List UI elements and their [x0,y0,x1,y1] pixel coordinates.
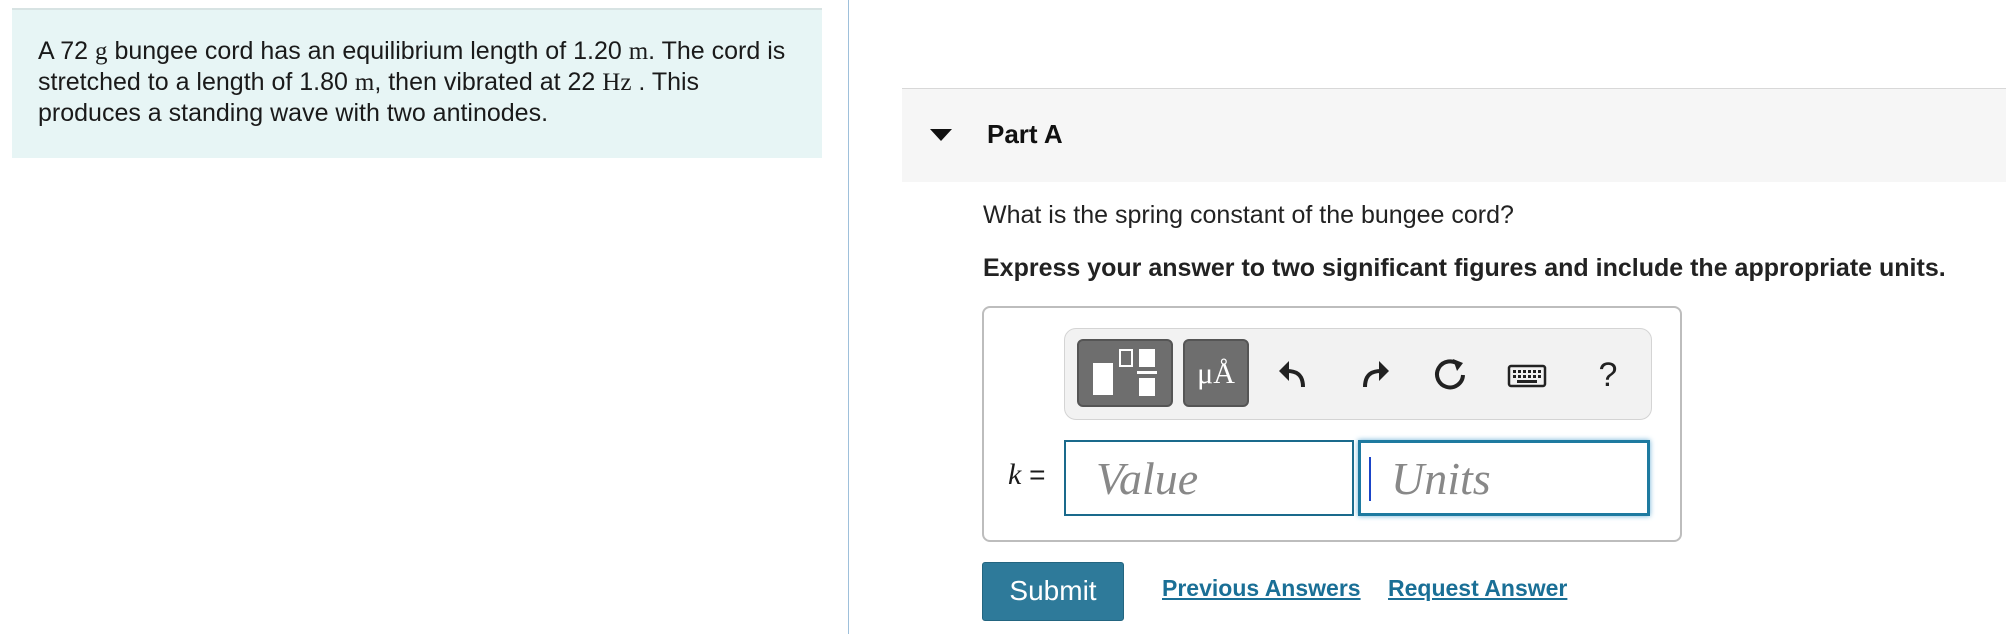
redo-icon[interactable] [1351,353,1395,397]
answer-box: μÅ ? k = [982,306,1682,542]
previous-answers-link[interactable]: Previous Answers [1162,575,1361,602]
units-input[interactable] [1361,443,1647,513]
text-cursor [1369,457,1371,501]
reset-icon[interactable] [1429,353,1473,397]
unit-meters: m [628,38,649,65]
problem-statement: A 72 g bungee cord has an equilibrium le… [12,8,822,158]
help-button[interactable]: ? [1591,353,1625,397]
units-field-container [1358,440,1650,516]
math-toolbar: μÅ ? [1064,328,1652,420]
collapse-caret-icon[interactable] [930,129,952,141]
submit-button[interactable]: Submit [982,562,1124,621]
instruction-text: Express your answer to two significant f… [983,254,1946,282]
symbols-button[interactable]: μÅ [1183,339,1249,407]
undo-icon[interactable] [1273,353,1317,397]
equals-sign: = [1021,459,1046,490]
request-answer-link[interactable]: Request Answer [1388,575,1567,602]
unit-hertz: Hz [602,69,632,96]
problem-text: A 72 [38,37,95,65]
panel-divider [848,0,849,634]
problem-text: , then vibrated at 22 [374,68,603,96]
unit-grams: g [95,38,108,65]
variable-symbol: k [1008,458,1022,491]
answer-variable-label: k = [1008,458,1045,492]
problem-text: bungee cord has an equilibrium length of… [107,37,629,65]
part-header[interactable]: Part A [902,88,2006,182]
question-text: What is the spring constant of the bunge… [983,201,1514,229]
value-input[interactable] [1066,442,1352,514]
templates-button[interactable] [1077,339,1173,407]
value-field-container [1064,440,1354,516]
unit-meters: m [354,69,375,96]
part-title: Part A [987,119,1063,149]
keyboard-icon[interactable] [1505,353,1549,397]
